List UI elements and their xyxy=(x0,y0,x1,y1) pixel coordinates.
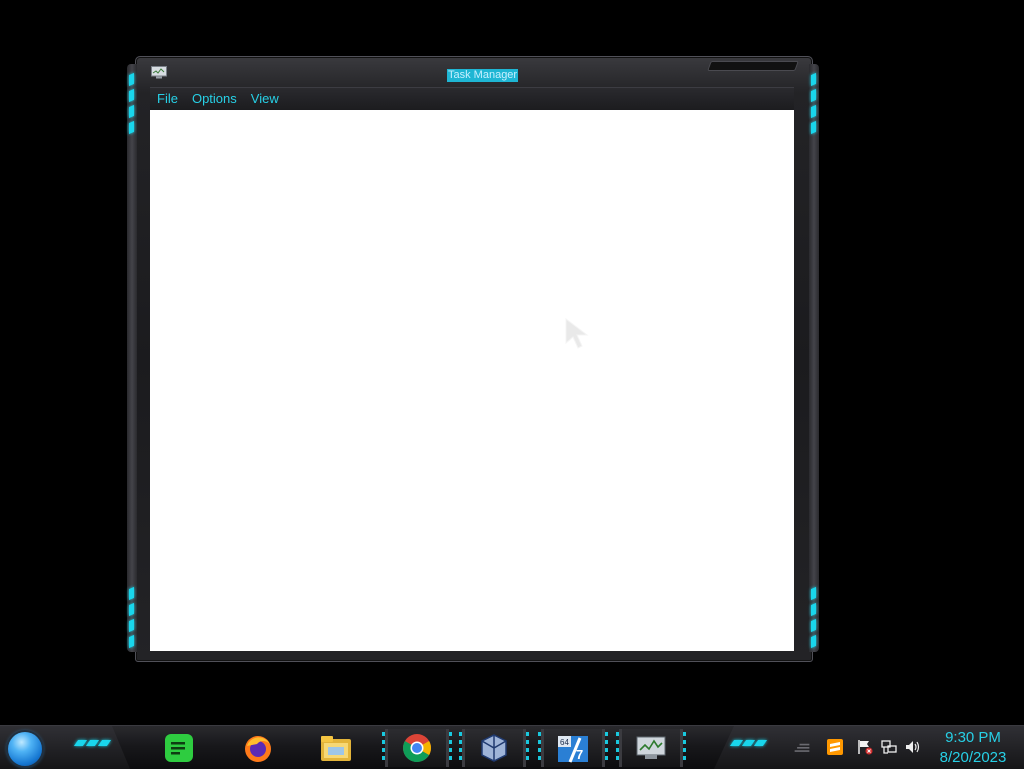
taskbar-virtualbox[interactable] xyxy=(459,729,529,767)
windows7-64-icon: 64 7 xyxy=(558,736,588,763)
sublime-text-icon xyxy=(827,739,843,755)
tray-network[interactable] xyxy=(880,738,898,756)
window-title: Task Manager xyxy=(447,69,519,82)
frame-accent-top-left xyxy=(129,72,135,135)
file-explorer-icon xyxy=(321,736,351,761)
title-bar[interactable]: Task Manager xyxy=(137,60,809,86)
firefox-icon xyxy=(245,736,271,762)
network-icon xyxy=(881,740,897,754)
taskbar-task-manager[interactable] xyxy=(616,729,686,767)
tray-volume[interactable] xyxy=(904,738,922,756)
show-hidden-icons-icon xyxy=(794,743,810,752)
window-left-border[interactable] xyxy=(127,64,137,652)
taskbar: 64 7 9:30 PM 8/20/2023 xyxy=(0,725,1024,769)
task-manager-content-area[interactable] xyxy=(150,110,794,651)
chrome-icon xyxy=(403,734,431,762)
menu-options[interactable]: Options xyxy=(185,88,244,110)
tray-sublime-text[interactable] xyxy=(826,738,844,756)
taskbar-chrome[interactable] xyxy=(382,729,452,767)
action-center-flag-icon xyxy=(858,740,873,755)
start-button[interactable] xyxy=(8,732,42,766)
taskbar-accent-left xyxy=(73,740,112,746)
taskbar-windows7-64[interactable]: 64 7 xyxy=(538,729,608,767)
menu-view[interactable]: View xyxy=(244,88,286,110)
taskbar-firefox[interactable] xyxy=(229,729,287,767)
notes-app-icon xyxy=(165,734,193,762)
svg-text:7: 7 xyxy=(576,747,583,762)
task-manager-icon xyxy=(636,736,666,759)
tray-action-center[interactable] xyxy=(856,738,874,756)
clock-time: 9:30 PM xyxy=(945,729,1001,746)
volume-icon xyxy=(906,741,920,753)
frame-accent-bottom-right xyxy=(811,586,817,649)
taskbar-accent-right xyxy=(729,740,768,746)
frame-accent-bottom-left xyxy=(129,586,135,649)
svg-text:64: 64 xyxy=(560,738,569,747)
taskbar-file-explorer[interactable] xyxy=(307,729,365,767)
window-right-border[interactable] xyxy=(809,64,819,652)
taskbar-notes-app[interactable] xyxy=(150,729,208,767)
taskbar-clock[interactable]: 9:30 PM 8/20/2023 xyxy=(928,728,1018,768)
frame-accent-top-right xyxy=(811,72,817,135)
show-hidden-icons-button[interactable] xyxy=(793,738,811,756)
menu-file[interactable]: File xyxy=(150,88,185,110)
clock-date: 8/20/2023 xyxy=(939,749,1007,766)
virtualbox-icon xyxy=(481,734,507,762)
title-bar-ornament xyxy=(707,61,799,71)
menu-bar: File Options View xyxy=(150,87,794,110)
task-manager-icon[interactable] xyxy=(151,66,167,79)
mouse-cursor-icon xyxy=(565,318,589,349)
